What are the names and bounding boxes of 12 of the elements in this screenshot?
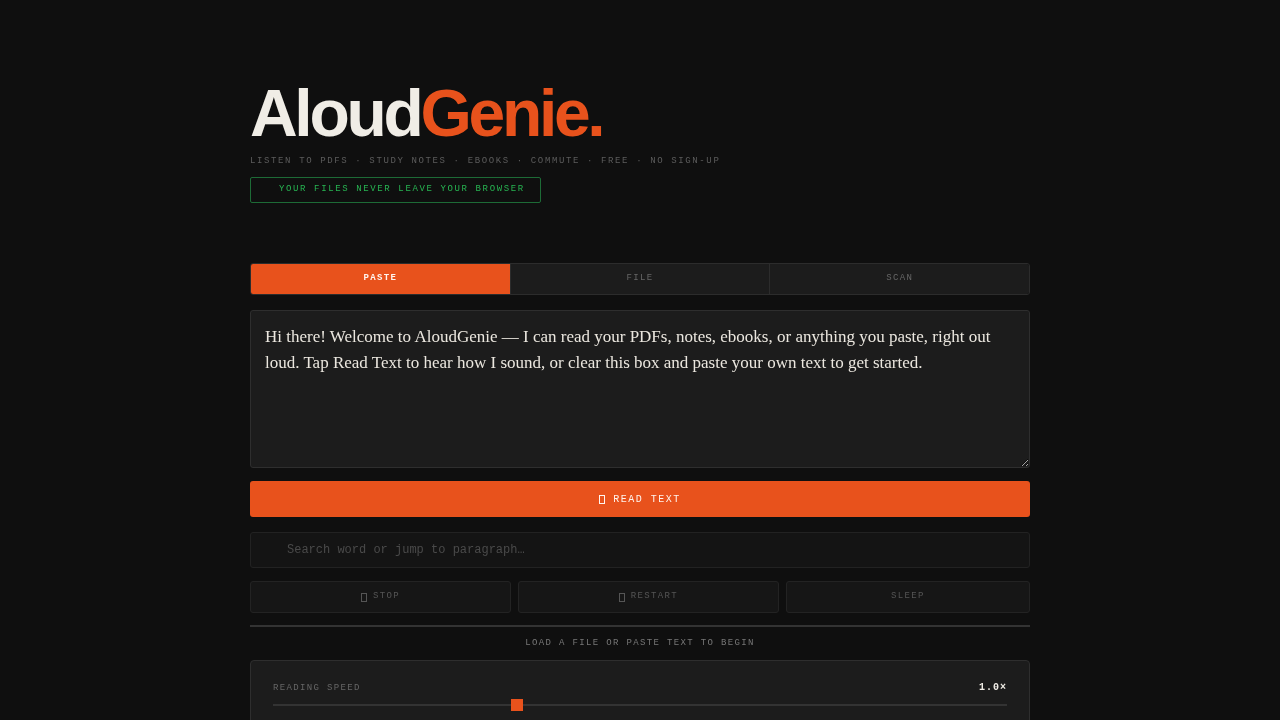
privacy-badge: YOUR FILES NEVER LEAVE YOUR BROWSER [250,177,541,203]
slider-value: 1.0× [979,682,1007,694]
status-message: LOAD A FILE OR PASTE TEXT TO BEGIN [525,637,755,649]
slider-thumb[interactable] [511,699,524,711]
tab[interactable]: FILE [509,264,770,294]
read-text-button[interactable]: READ TEXT [250,481,1030,517]
slider-label: READING SPEED [273,682,361,694]
tab[interactable]: PASTE [251,264,510,294]
tab[interactable]: SCAN [769,264,1029,294]
app-logo: AloudGenie. [250,80,603,146]
tagline: LISTEN TO PDFS · STUDY NOTES · EBOOKS · COMMUTE · FREE · NO SIGN-UP [250,155,721,167]
text-input-area[interactable]: Hi there! Welcome to AloudGenie — I can read your PDFs, notes, ebooks, or anything you paste, right out loud. Tap Read Text to hear how I sound, or clear this box and paste your own text to get started. [250,310,1030,468]
